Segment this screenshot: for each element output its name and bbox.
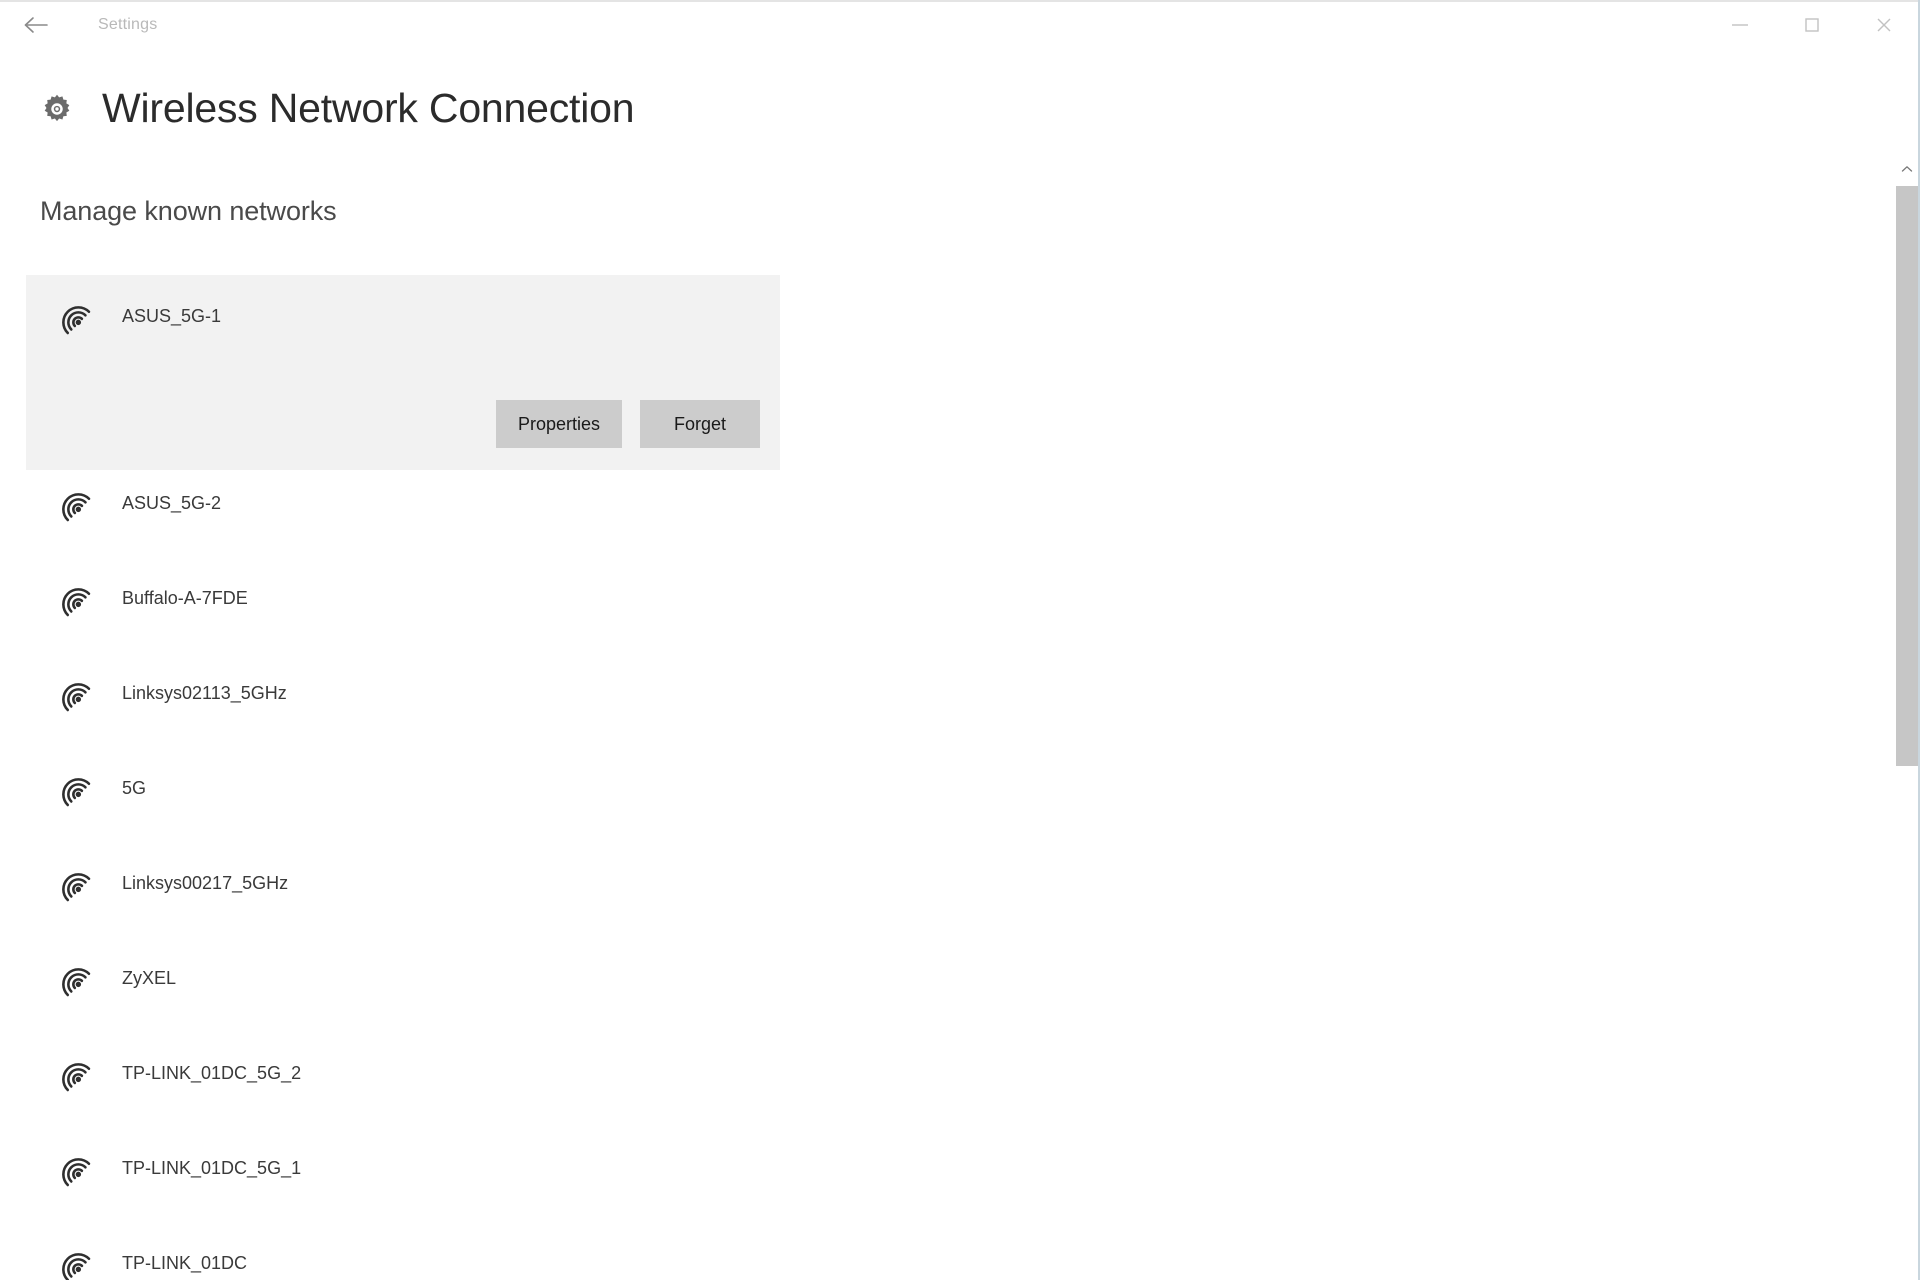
network-row[interactable]: TP-LINK_01DC_5G_1 (50, 1135, 301, 1201)
network-row[interactable]: Linksys02113_5GHz (50, 660, 287, 726)
network-row[interactable]: 5G (50, 755, 146, 821)
network-row[interactable]: Linksys00217_5GHz (50, 850, 288, 916)
network-item[interactable]: TP-LINK_01DC (0, 1230, 1870, 1280)
wifi-icon (50, 766, 94, 810)
network-name-label: Linksys00217_5GHz (122, 874, 288, 892)
wifi-icon (50, 671, 94, 715)
network-item[interactable]: TP-LINK_01DC_5G_2 (0, 1040, 1870, 1135)
network-row[interactable]: ZyXEL (50, 945, 176, 1011)
wifi-icon (50, 861, 94, 905)
section-title: Manage known networks (40, 198, 337, 225)
maximize-button[interactable] (1776, 2, 1848, 48)
network-item[interactable]: ZyXEL (0, 945, 1870, 1040)
window-controls (1704, 2, 1920, 48)
network-row[interactable]: Buffalo-A-7FDE (50, 565, 248, 631)
close-button[interactable] (1848, 2, 1920, 48)
wifi-icon (50, 481, 94, 525)
gear-icon (40, 92, 74, 126)
properties-button[interactable]: Properties (496, 400, 622, 448)
minimize-icon (1729, 19, 1751, 31)
network-name-label: ASUS_5G-1 (122, 307, 221, 325)
settings-window: Settings (0, 0, 1920, 1280)
network-item[interactable]: 5G (0, 755, 1870, 850)
network-name-label: ZyXEL (122, 969, 176, 987)
page-title: Wireless Network Connection (102, 88, 634, 129)
network-item[interactable]: ASUS_5G-2 (0, 470, 1870, 565)
wifi-icon (50, 1051, 94, 1095)
network-item[interactable]: Linksys00217_5GHz (0, 850, 1870, 945)
wifi-icon (50, 956, 94, 1000)
close-icon (1874, 15, 1894, 35)
network-item[interactable]: TP-LINK_01DC_5G_1 (0, 1135, 1870, 1230)
scroll-up-button[interactable] (1894, 156, 1920, 182)
forget-button[interactable]: Forget (640, 400, 760, 448)
chevron-up-icon (1901, 165, 1913, 173)
minimize-button[interactable] (1704, 2, 1776, 48)
arrow-left-icon (23, 15, 49, 35)
app-name-label: Settings (98, 2, 157, 48)
network-name-label: Linksys02113_5GHz (122, 684, 287, 702)
vertical-scrollbar[interactable] (1894, 150, 1920, 1280)
wifi-icon (50, 294, 94, 338)
scrollbar-thumb[interactable] (1896, 186, 1918, 766)
network-item[interactable]: Linksys02113_5GHz (0, 660, 1870, 755)
maximize-icon (1803, 16, 1821, 34)
network-card-actions: Properties Forget (0, 400, 780, 448)
back-button[interactable] (12, 2, 60, 48)
network-name-label: TP-LINK_01DC (122, 1254, 247, 1272)
network-name-label: Buffalo-A-7FDE (122, 589, 248, 607)
network-row[interactable]: TP-LINK_01DC_5G_2 (50, 1040, 301, 1106)
title-bar: Settings (0, 0, 1920, 48)
wifi-icon (50, 1146, 94, 1190)
wifi-icon (50, 576, 94, 620)
network-row[interactable]: ASUS_5G-1 (50, 283, 221, 349)
known-networks-list[interactable]: ASUS_5G-1 Properties Forget ASUS_5G-2 Buffal… (0, 275, 1870, 1280)
network-item[interactable]: Buffalo-A-7FDE (0, 565, 1870, 660)
network-name-label: ASUS_5G-2 (122, 494, 221, 512)
page-header: Wireless Network Connection (40, 88, 634, 129)
network-item-selected[interactable]: ASUS_5G-1 Properties Forget (0, 275, 1870, 470)
network-row[interactable]: ASUS_5G-2 (50, 470, 221, 536)
wifi-icon (50, 1241, 94, 1280)
network-name-label: TP-LINK_01DC_5G_1 (122, 1159, 301, 1177)
network-name-label: 5G (122, 779, 146, 797)
network-name-label: TP-LINK_01DC_5G_2 (122, 1064, 301, 1082)
network-row[interactable]: TP-LINK_01DC (50, 1230, 247, 1280)
